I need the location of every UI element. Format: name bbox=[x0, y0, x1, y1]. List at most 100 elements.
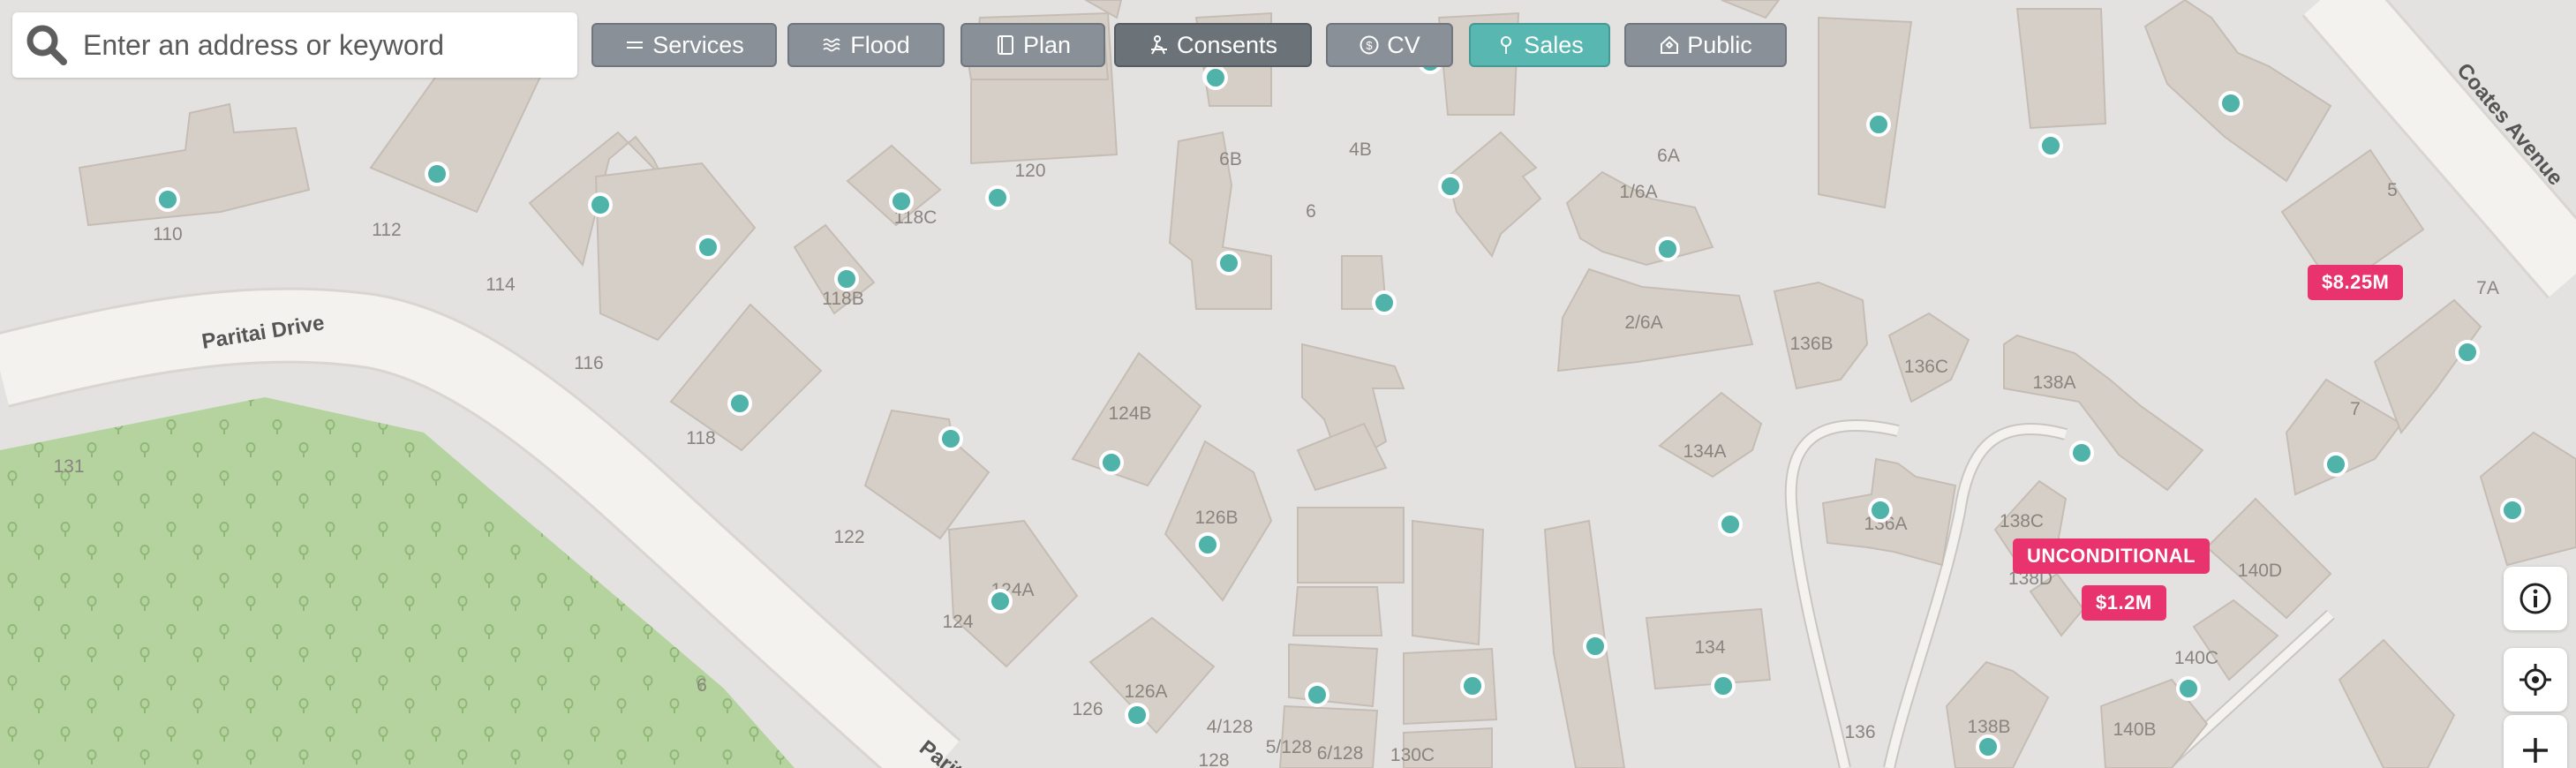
address-label: 140D bbox=[2238, 561, 2282, 581]
sale-marker[interactable] bbox=[938, 426, 963, 451]
address-label: 114 bbox=[486, 275, 516, 295]
search-bar bbox=[12, 12, 577, 78]
address-label: 134A bbox=[1683, 441, 1726, 462]
address-label: 130C bbox=[1390, 745, 1435, 765]
sale-marker[interactable] bbox=[1583, 634, 1608, 659]
address-label: 136C bbox=[1904, 357, 1948, 377]
sale-marker[interactable] bbox=[1203, 65, 1228, 90]
sale-marker[interactable] bbox=[1305, 682, 1329, 707]
sale-marker[interactable] bbox=[2500, 498, 2525, 523]
address-label: 140C bbox=[2174, 648, 2218, 668]
sale-status-tag[interactable]: UNCONDITIONAL bbox=[2013, 538, 2211, 574]
layer-button-label: Consents bbox=[1176, 31, 1278, 58]
sale-marker[interactable] bbox=[1438, 174, 1463, 199]
sale-marker[interactable] bbox=[2218, 91, 2243, 116]
address-label: 2/6A bbox=[1624, 312, 1662, 333]
price-tag[interactable]: $8.25M bbox=[2308, 265, 2404, 300]
address-label: 4/128 bbox=[1207, 717, 1254, 737]
address-label: 124 bbox=[942, 612, 973, 632]
price-tag[interactable]: $1.2M bbox=[2082, 585, 2166, 621]
address-label: 6 bbox=[697, 675, 707, 696]
address-label: 126A bbox=[1124, 681, 1167, 702]
address-label: 126 bbox=[1072, 699, 1103, 719]
layer-button-sales[interactable]: Sales bbox=[1469, 23, 1610, 67]
address-label: 6 bbox=[1306, 201, 1316, 222]
address-label: 131 bbox=[53, 456, 84, 477]
address-label: 6B bbox=[1219, 149, 1242, 169]
sale-marker[interactable] bbox=[2324, 452, 2348, 477]
address-label: 110 bbox=[153, 224, 182, 245]
sale-marker[interactable] bbox=[696, 235, 720, 260]
info-button[interactable] bbox=[2504, 567, 2567, 630]
sale-marker[interactable] bbox=[1125, 703, 1149, 727]
address-label: 6/128 bbox=[1317, 743, 1364, 764]
address-label: 134 bbox=[1694, 637, 1725, 658]
coin-icon: $ bbox=[1360, 35, 1379, 55]
sale-marker[interactable] bbox=[2069, 440, 2094, 465]
address-label: 118 bbox=[686, 428, 715, 448]
layer-button-cv[interactable]: $ CV bbox=[1326, 23, 1453, 67]
layer-button-label: Sales bbox=[1524, 31, 1584, 58]
sale-marker[interactable] bbox=[727, 391, 752, 416]
layer-button-public[interactable]: Public bbox=[1624, 23, 1787, 67]
svg-text:$: $ bbox=[1367, 39, 1374, 52]
address-label: 4B bbox=[1349, 139, 1372, 160]
layer-button-label: Plan bbox=[1022, 31, 1072, 58]
locate-button[interactable] bbox=[2504, 648, 2567, 712]
layer-button-consents[interactable]: Consents bbox=[1114, 23, 1312, 67]
address-label: 1/6A bbox=[1619, 182, 1657, 202]
address-label: 5/128 bbox=[1266, 737, 1313, 757]
sale-marker[interactable] bbox=[2176, 676, 2201, 701]
address-label: 5 bbox=[2387, 180, 2398, 200]
sale-marker[interactable] bbox=[425, 162, 449, 186]
address-label: 124B bbox=[1108, 403, 1151, 424]
info-icon bbox=[2520, 583, 2551, 614]
address-label: 140B bbox=[2113, 719, 2156, 740]
sale-marker[interactable] bbox=[985, 185, 1010, 210]
sale-marker[interactable] bbox=[1866, 112, 1891, 137]
map-viewport[interactable]: Paritai Drive Paritai Coates Avenue 110 112… bbox=[0, 0, 2576, 768]
address-label: 138C bbox=[2000, 511, 2044, 531]
address-label: 136 bbox=[1844, 722, 1875, 742]
layer-button-flood[interactable]: Flood bbox=[787, 23, 945, 67]
sale-marker[interactable] bbox=[834, 267, 859, 291]
sale-marker[interactable] bbox=[2038, 133, 2063, 158]
address-label: 136B bbox=[1789, 334, 1833, 354]
house-icon bbox=[1661, 35, 1679, 54]
crosshair-icon bbox=[2520, 664, 2551, 696]
address-label: 116 bbox=[574, 353, 603, 373]
search-icon[interactable] bbox=[25, 23, 69, 67]
layer-button-plan[interactable]: Plan bbox=[960, 23, 1105, 67]
layer-button-label: CV bbox=[1387, 31, 1420, 58]
sale-marker[interactable] bbox=[1976, 734, 2000, 759]
sale-marker[interactable] bbox=[1460, 674, 1485, 698]
search-input[interactable] bbox=[83, 12, 560, 78]
sale-marker[interactable] bbox=[155, 187, 180, 212]
book-icon bbox=[997, 35, 1013, 55]
sale-marker[interactable] bbox=[1099, 450, 1124, 475]
layer-button-services[interactable]: Services bbox=[591, 23, 777, 67]
address-label: 7A bbox=[2476, 278, 2499, 298]
sale-marker[interactable] bbox=[1372, 290, 1397, 315]
sale-marker[interactable] bbox=[588, 192, 613, 217]
sale-marker[interactable] bbox=[1868, 498, 1893, 523]
address-label: 118B bbox=[822, 289, 864, 309]
sale-marker[interactable] bbox=[1655, 237, 1680, 261]
address-label: 6A bbox=[1657, 146, 1680, 166]
sale-marker[interactable] bbox=[2455, 340, 2480, 365]
lines-icon bbox=[627, 41, 644, 49]
sale-marker[interactable] bbox=[1711, 674, 1736, 698]
sale-marker[interactable] bbox=[889, 189, 914, 214]
sale-marker[interactable] bbox=[1216, 251, 1241, 275]
pin-icon bbox=[1501, 36, 1512, 54]
address-label: 128 bbox=[1198, 750, 1229, 768]
address-label: 7 bbox=[2350, 399, 2361, 419]
plus-icon bbox=[2523, 738, 2548, 763]
zoom-in-button[interactable] bbox=[2504, 715, 2567, 768]
sale-marker[interactable] bbox=[1195, 532, 1220, 557]
sale-marker[interactable] bbox=[988, 589, 1013, 614]
map-canvas[interactable]: Paritai DriveParitaiCoates Avenue 110 112… bbox=[0, 0, 2576, 768]
address-label: 138A bbox=[2032, 373, 2075, 393]
sale-marker[interactable] bbox=[1718, 512, 1743, 537]
worker-icon bbox=[1150, 35, 1167, 55]
